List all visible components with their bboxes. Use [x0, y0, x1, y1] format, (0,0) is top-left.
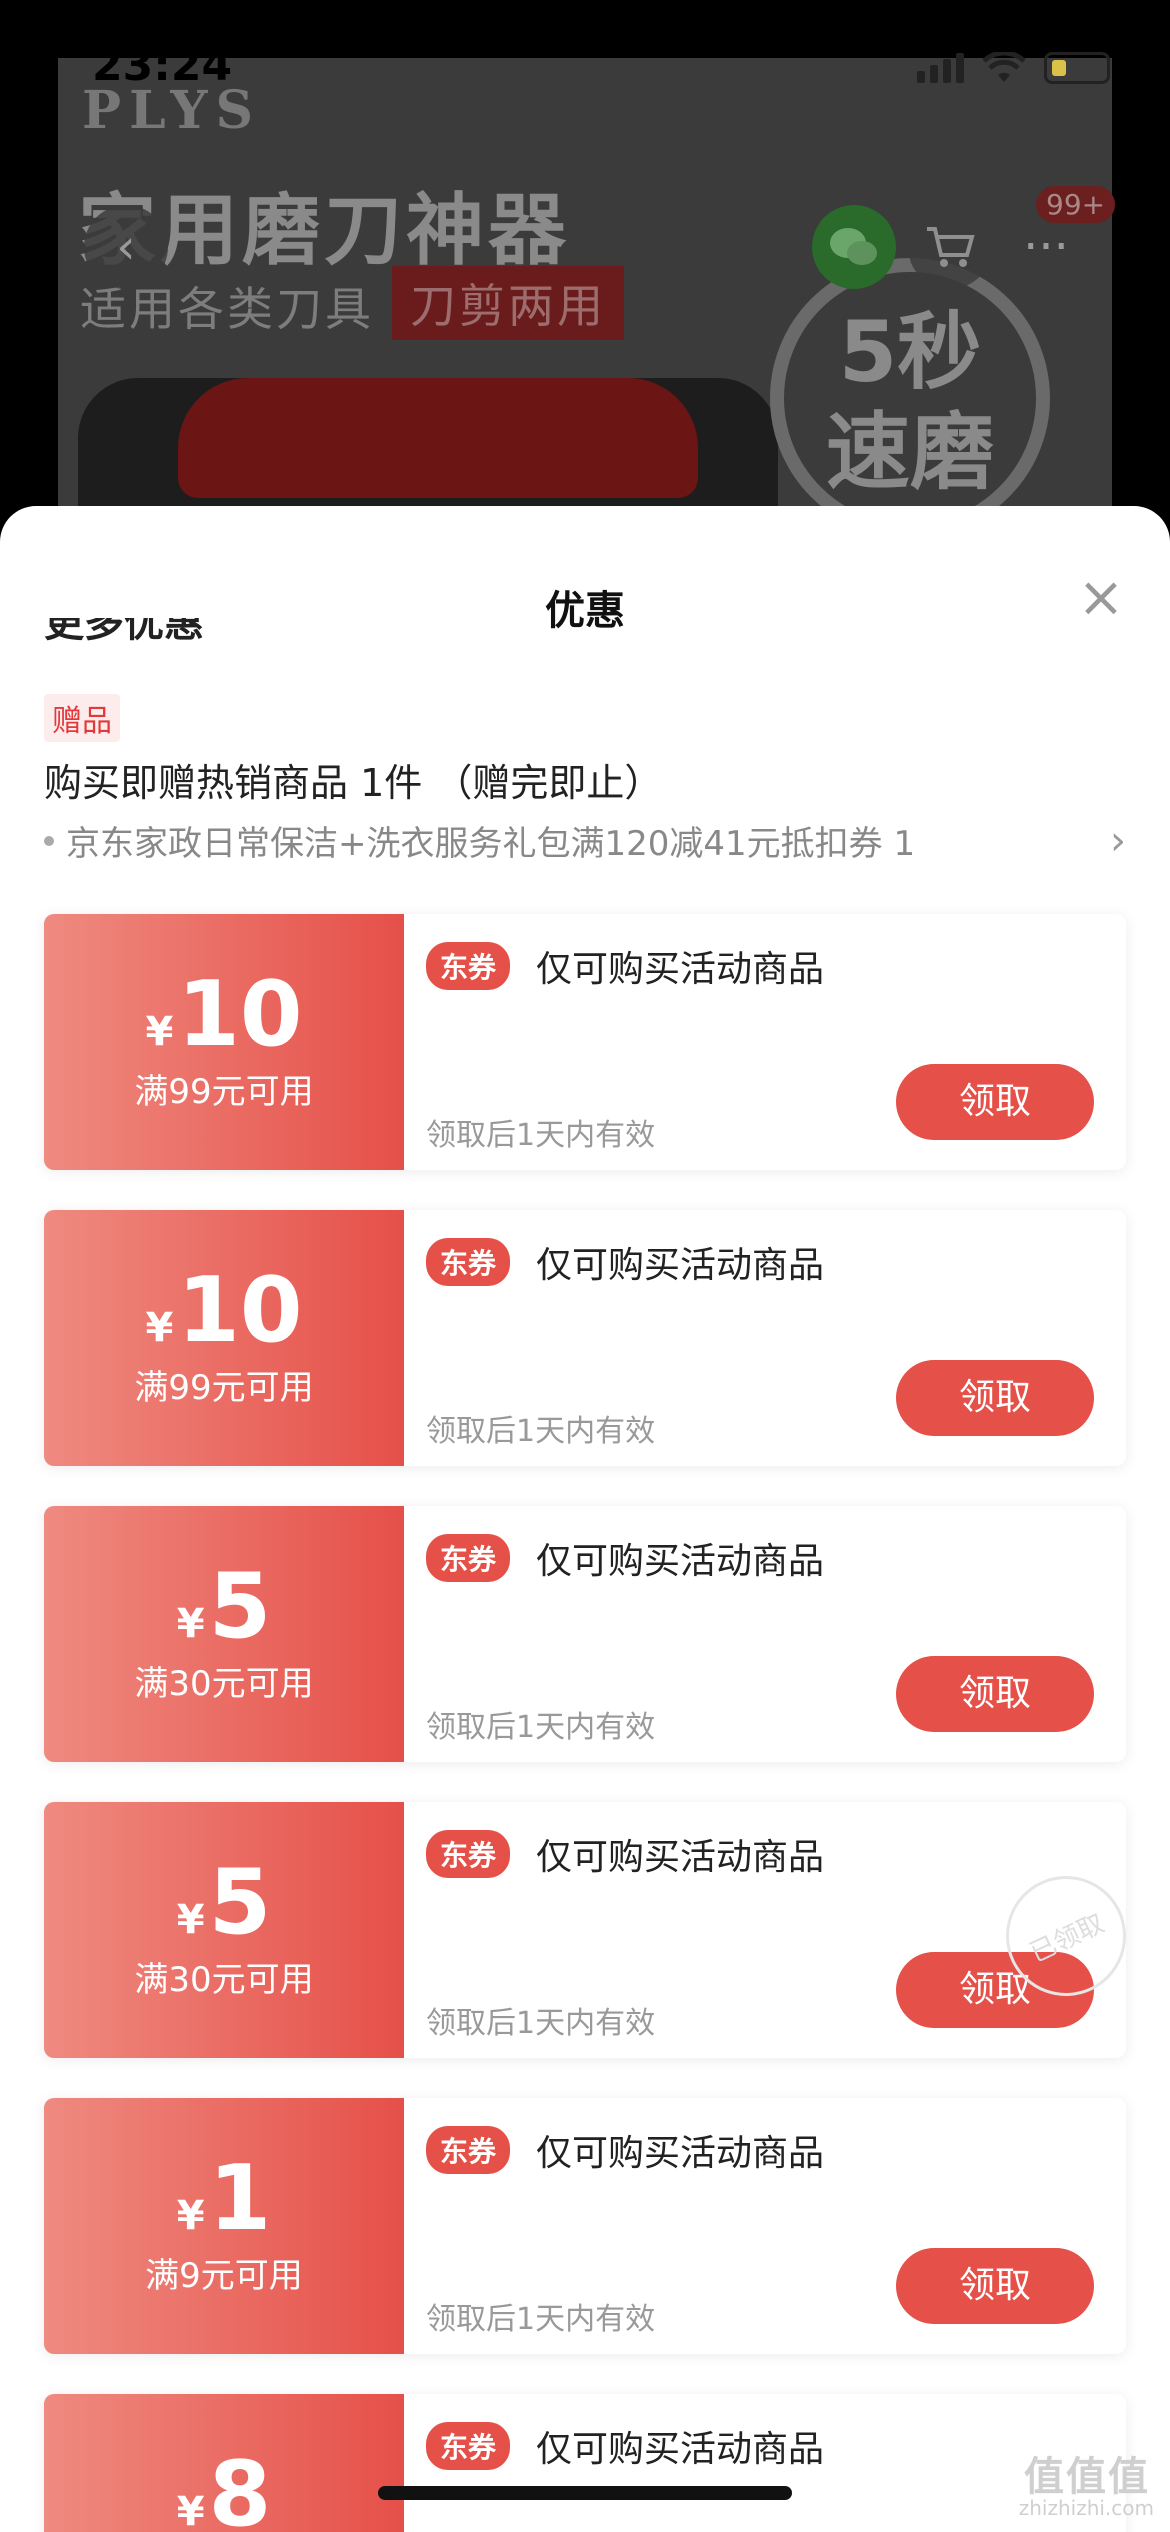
coupon-amount-value: 8: [208, 2442, 272, 2532]
cart-icon[interactable]: [908, 205, 992, 289]
coupon-validity: 领取后1天内有效: [426, 2006, 656, 2041]
coupon-condition: 满99元可用: [134, 1072, 314, 1112]
chevron-right-icon: ›: [1110, 817, 1126, 864]
gift-tag: 赠品: [44, 694, 120, 742]
coupon-description: 仅可购买活动商品: [536, 2133, 825, 2174]
close-icon[interactable]: ×: [1076, 570, 1126, 626]
coupon-amount-value: 10: [177, 1258, 303, 1363]
currency-symbol: ¥: [176, 2193, 205, 2239]
coupon-value-panel: ¥5 满30元可用: [44, 1506, 404, 1762]
claim-button[interactable]: 领取: [896, 1656, 1094, 1732]
cellular-signal-icon: [917, 53, 964, 83]
coupon-amount-value: 5: [208, 1850, 272, 1955]
currency-symbol: ¥: [176, 1897, 205, 1943]
coupon-description: 仅可购买活动商品: [536, 1245, 825, 1286]
product-banner: PLYS 家用磨刀神器 适用各类刀具 刀剪两用 5秒 速磨: [58, 58, 1112, 558]
coupon-card: ¥8 东券 仅可购买活动商品: [44, 2394, 1126, 2532]
coupon-value-panel: ¥10 满99元可用: [44, 914, 404, 1170]
back-icon[interactable]: ‹: [84, 205, 168, 289]
coupon-card: ¥10 满99元可用 东券 仅可购买活动商品 领取后1天内有效 领取: [44, 1210, 1126, 1466]
claim-button[interactable]: 领取: [896, 1064, 1094, 1140]
coupon-type-tag: 东券: [426, 1534, 511, 1582]
claim-button[interactable]: 领取: [896, 2248, 1094, 2324]
coupon-value-panel: ¥8: [44, 2394, 404, 2532]
coupon-validity: 领取后1天内有效: [426, 1118, 656, 1153]
coupon-amount-value: 5: [208, 1554, 272, 1659]
coupon-card: ¥10 满99元可用 东券 仅可购买活动商品 领取后1天内有效 领取: [44, 914, 1126, 1170]
currency-symbol: ¥: [176, 1601, 205, 1647]
wifi-icon: [982, 52, 1026, 82]
coupon-amount-value: 1: [208, 2146, 272, 2251]
claim-button[interactable]: 领取: [896, 1360, 1094, 1436]
coupon-validity: 领取后1天内有效: [426, 2302, 656, 2337]
coupon-description: 仅可购买活动商品: [536, 1541, 825, 1582]
offers-sheet: 优惠 × 更多优惠 赠品 购买即赠热销商品 1件 （赠完即止） 京东家政日常保洁…: [0, 506, 1170, 2532]
more-badge: 99+: [1036, 186, 1116, 223]
home-indicator[interactable]: [378, 2486, 792, 2500]
banner-subtag: 刀剪两用: [392, 266, 624, 340]
currency-symbol: ¥: [145, 1009, 174, 1055]
coupon-description: 仅可购买活动商品: [536, 2429, 825, 2470]
coupon-value-panel: ¥1 满9元可用: [44, 2098, 404, 2354]
speed-badge: 5秒 速磨: [770, 258, 1050, 538]
speed-badge-line1: 5秒: [838, 303, 982, 401]
coupon-card: ¥5 满30元可用 东券 仅可购买活动商品 领取后1天内有效 领取: [44, 1802, 1126, 2058]
coupon-value-panel: ¥5 满30元可用: [44, 1802, 404, 2058]
promo-text: 京东家政日常保洁+洗衣服务礼包满120减41元抵扣券 1: [66, 824, 916, 864]
watermark-logo: 值值值: [1024, 2454, 1150, 2500]
coupon-type-tag: 东券: [426, 2422, 511, 2470]
wechat-share-icon[interactable]: [812, 205, 896, 289]
coupon-amount: ¥10: [44, 1266, 404, 1356]
coupon-amount-value: 10: [177, 962, 303, 1067]
coupon-card: ¥5 满30元可用 东券 仅可购买活动商品 领取后1天内有效 领取: [44, 1506, 1126, 1762]
coupon-type-tag: 东券: [426, 942, 511, 990]
coupon-amount: ¥1: [44, 2154, 404, 2244]
coupon-condition: 满30元可用: [134, 1664, 314, 1704]
status-icons: [917, 52, 1110, 84]
coupon-condition: 满30元可用: [134, 1960, 314, 2000]
coupon-amount: ¥10: [44, 970, 404, 1060]
currency-symbol: ¥: [176, 2489, 205, 2532]
gift-description: 购买即赠热销商品 1件 （赠完即止）: [44, 761, 663, 805]
coupon-amount: ¥5: [44, 1562, 404, 1652]
coupon-type-tag: 东券: [426, 1830, 511, 1878]
coupon-type-tag: 东券: [426, 2126, 511, 2174]
coupon-description: 仅可购买活动商品: [536, 1837, 825, 1878]
coupon-validity: 领取后1天内有效: [426, 1710, 656, 1745]
speed-badge-line2: 速磨: [825, 403, 994, 501]
coupon-condition: 满9元可用: [145, 2256, 303, 2296]
watermark-url: zhizhizhi.com: [1018, 2496, 1154, 2520]
status-time: 23:24: [92, 40, 233, 91]
coupon-type-tag: 东券: [426, 1238, 511, 1286]
more-offers-heading: 更多优惠: [44, 618, 204, 644]
coupon-card: ¥1 满9元可用 东券 仅可购买活动商品 领取后1天内有效 领取: [44, 2098, 1126, 2354]
battery-icon: [1044, 52, 1110, 84]
promo-row[interactable]: 京东家政日常保洁+洗衣服务礼包满120减41元抵扣券 1 ›: [44, 816, 1126, 865]
currency-symbol: ¥: [145, 1305, 174, 1351]
coupon-amount: ¥5: [44, 1858, 404, 1948]
coupon-value-panel: ¥10 满99元可用: [44, 1210, 404, 1466]
coupon-condition: 满99元可用: [134, 1368, 314, 1408]
coupon-description: 仅可购买活动商品: [536, 949, 825, 990]
bullet-dot-icon: [44, 835, 54, 846]
coupon-validity: 领取后1天内有效: [426, 1414, 656, 1449]
coupon-amount: ¥8: [44, 2450, 404, 2532]
product-sharpener-handle: [178, 378, 698, 498]
